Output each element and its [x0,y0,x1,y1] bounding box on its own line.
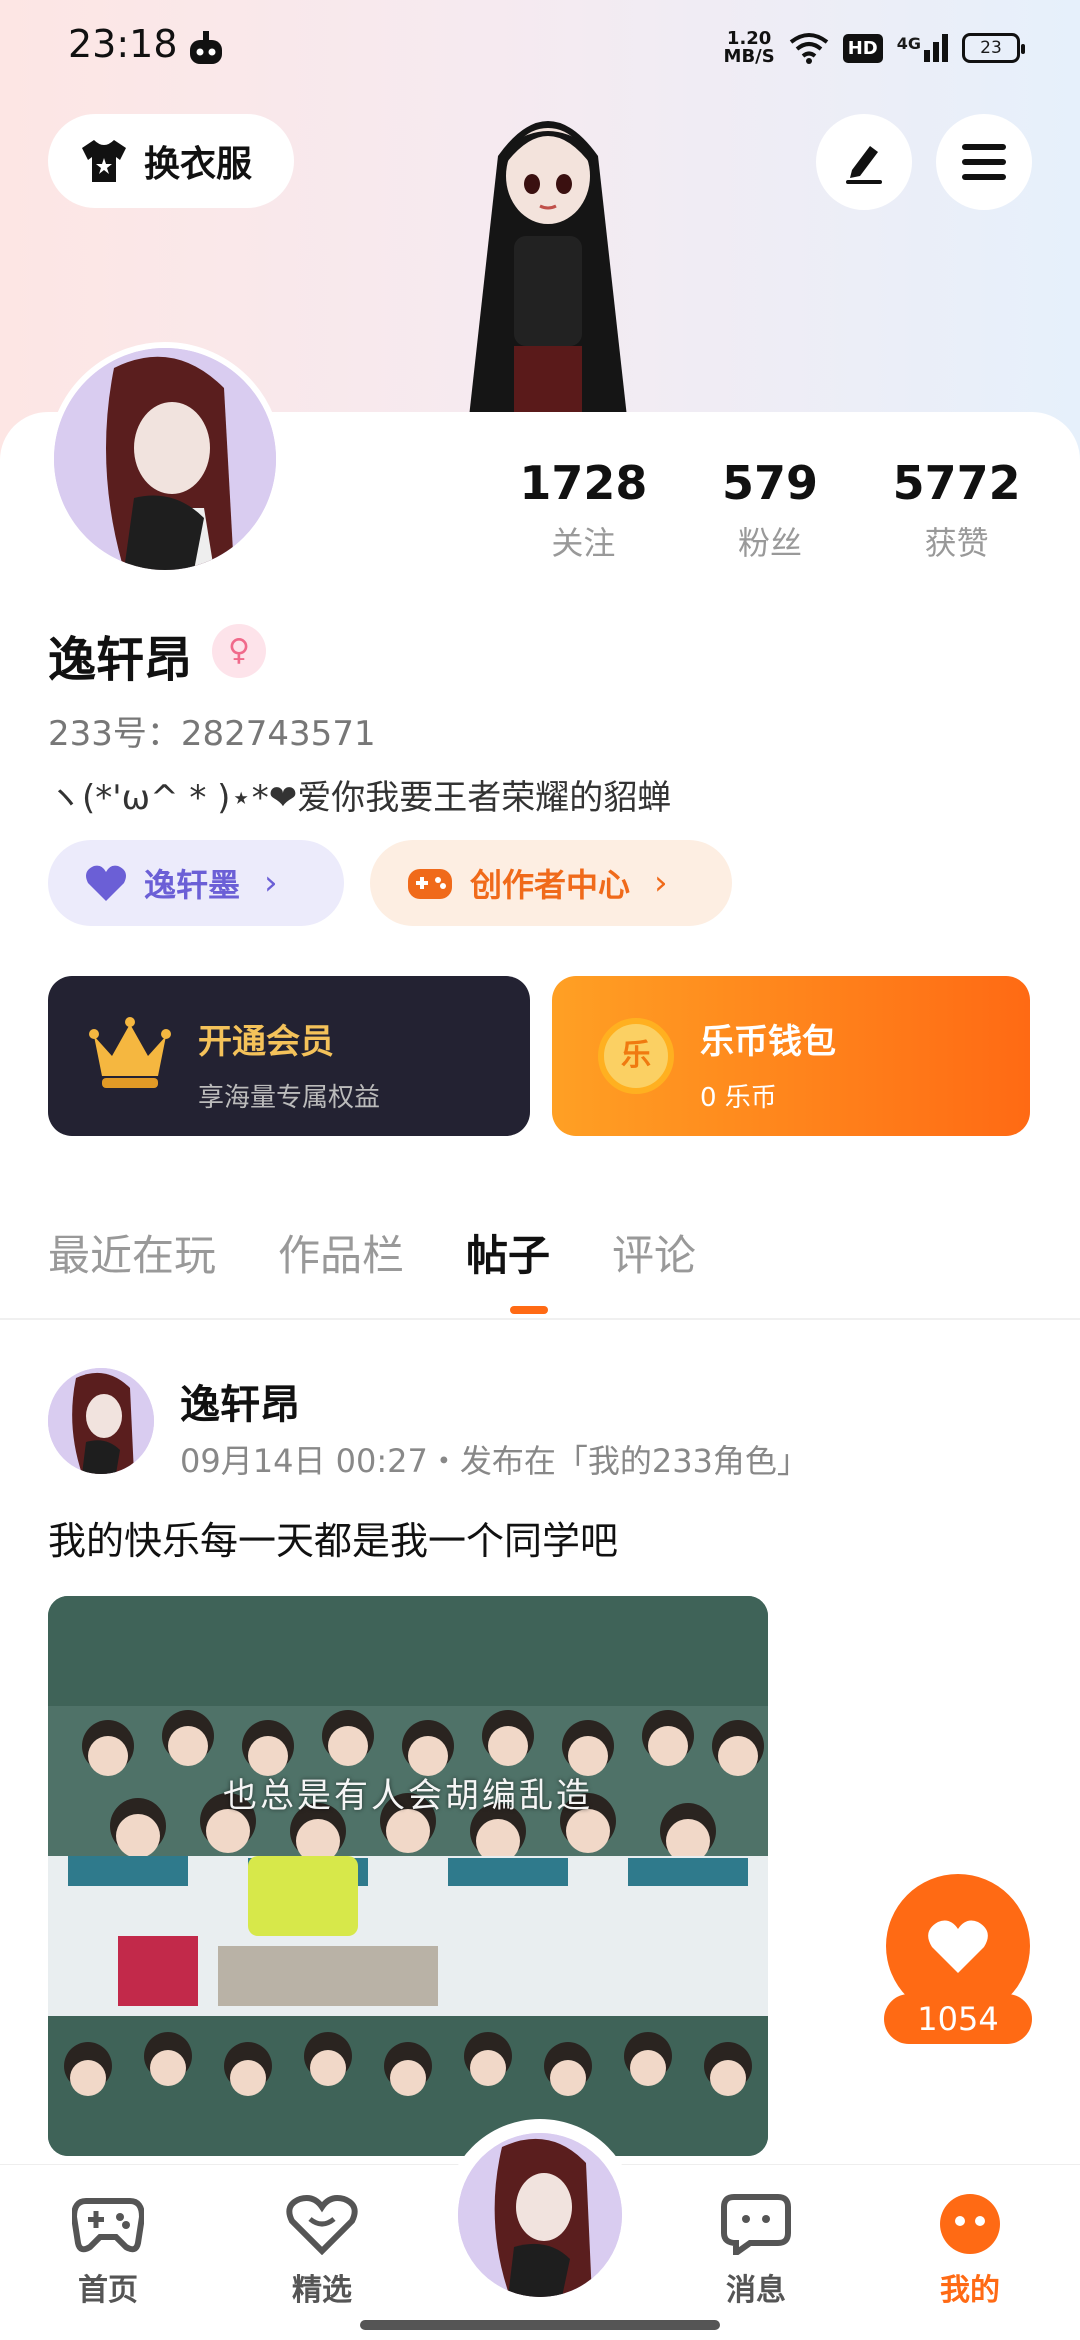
nav-home[interactable]: 首页 [38,2193,178,2309]
profile-bio: ヽ(*'ω^ * )⋆*❤爱你我要王者荣耀的貂蝉 [48,778,672,818]
hamburger-menu-icon [962,144,1006,180]
linked-account-pill[interactable]: 逸轩墨 › [48,840,344,926]
message-icon [721,2194,791,2259]
video-subtitle: 也总是有人会胡编乱造 [223,1776,593,1816]
hd-badge: HD [842,33,883,63]
active-tab-indicator [510,1306,548,1314]
edit-profile-button[interactable] [816,114,912,210]
nav-me[interactable]: 我的 [900,2193,1040,2309]
nav-messages-label: 消息 [726,2273,786,2308]
avatar-image [48,1368,154,1474]
nav-featured-label: 精选 [292,2273,352,2308]
change-outfit-label: 换衣服 [144,144,253,185]
divider [0,1318,1080,1320]
vip-subtitle: 享海量专属权益 [198,1083,381,1113]
signal-bar [924,50,930,62]
network-speed: 1.20 MB/S [723,28,775,67]
like-count: 1054 [884,1994,1032,2044]
post-meta: 09月14日 00:27・发布在「我的233角色」 [180,1442,809,1480]
nav-featured[interactable]: 精选 [252,2193,392,2309]
avatar-image [458,2133,622,2297]
change-outfit-button[interactable]: 换衣服 [48,114,294,208]
heart-icon [86,865,126,901]
post-text[interactable]: 我的快乐每一天都是我一个同学吧 [48,1510,618,1565]
tab-works[interactable]: 作品栏 [278,1222,404,1283]
wallet-title: 乐币钱包 [700,1022,836,1062]
robot-notification-icon [190,31,222,64]
gamepad-icon [70,2198,146,2253]
stat-followers[interactable]: 579 粉丝 [677,456,864,564]
chevron-right-icon: › [654,863,668,903]
stat-likes[interactable]: 5772 获赞 [863,456,1050,564]
profile-face-icon [940,2194,1000,2254]
chevron-right-icon: › [264,863,278,903]
vip-membership-card[interactable]: 开通会员 享海量专属权益 [48,976,530,1136]
wifi-icon [789,33,828,64]
bottom-navigation: 首页 精选 消息 我的 [0,2119,1080,2340]
crown-icon [89,1017,171,1088]
gender-female-icon: ♀ [212,624,266,678]
tshirt-icon [82,140,126,182]
vip-title: 开通会员 [198,1022,334,1062]
status-time: 23:18 [68,22,178,66]
stat-following[interactable]: 1728 关注 [490,456,677,564]
avatar-image [54,348,276,570]
heart-chat-icon [286,2195,358,2256]
tab-posts[interactable]: 帖子 [466,1222,550,1283]
wallet-balance: 0 乐币 [700,1083,777,1113]
class-photo-image [48,1596,768,2156]
nav-home-label: 首页 [78,2273,138,2308]
profile-stats: 1728 关注 579 粉丝 5772 获赞 [490,456,1050,564]
nav-messages[interactable]: 消息 [686,2193,826,2309]
coin-wallet-card[interactable]: 乐 乐币钱包 0 乐币 [552,976,1030,1136]
heart-icon [928,1920,988,1973]
post-image[interactable]: 也总是有人会胡编乱造 [48,1596,768,2156]
profile-nickname: 逸轩昂 [48,632,193,688]
post-author-avatar[interactable] [48,1368,154,1474]
profile-avatar[interactable] [48,342,282,576]
menu-button[interactable] [936,114,1032,210]
coin-icon: 乐 [598,1018,674,1094]
nav-me-label: 我的 [940,2273,1000,2308]
creator-center-label: 创作者中心 [470,866,631,904]
game-controller-icon [408,869,452,899]
signal-bar [942,34,948,62]
profile-tabs: 最近在玩 作品栏 帖子 评论 [48,1222,696,1283]
signal-indicator: 4G [897,34,948,62]
profile-uid: 233号：282743571 [48,714,376,754]
battery-indicator: 23 [962,33,1025,63]
post-author-name[interactable]: 逸轩昂 [180,1372,300,1430]
tab-recently-played[interactable]: 最近在玩 [48,1222,216,1283]
tab-comments[interactable]: 评论 [612,1222,696,1283]
linked-account-label: 逸轩墨 [144,866,241,904]
avatar-character-image[interactable] [428,96,668,426]
nav-center-avatar-button[interactable] [444,2119,636,2311]
center-avatar [458,2133,622,2297]
status-bar: 23:18 1.20 MB/S HD 4G 23 [0,0,1080,96]
pencil-icon [846,146,882,184]
home-indicator[interactable] [360,2320,720,2330]
profile-page: 23:18 1.20 MB/S HD 4G 23 换衣服 1728 关注 579… [0,0,1080,2340]
creator-center-pill[interactable]: 创作者中心 › [370,840,732,926]
signal-bar [933,42,939,62]
